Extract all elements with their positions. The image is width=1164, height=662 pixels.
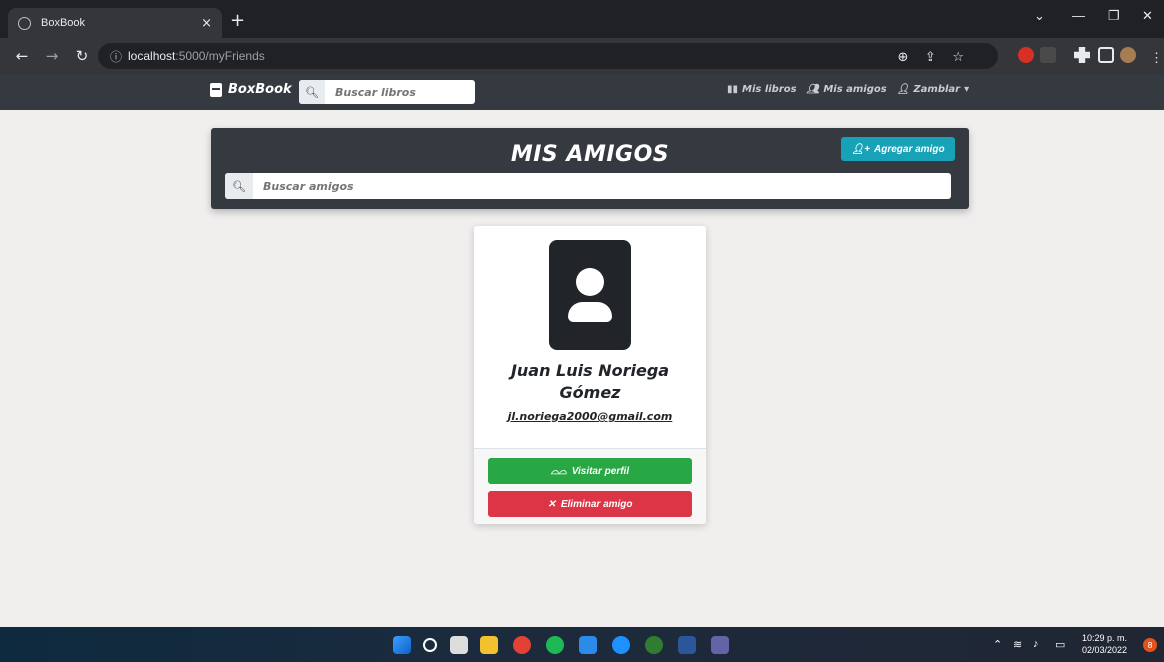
- friend-search: 🔍︎: [225, 173, 951, 199]
- file-explorer-icon[interactable]: [480, 636, 498, 654]
- visit-profile-label: Visitar perfil: [571, 465, 630, 477]
- brand-logo[interactable]: BoxBook: [210, 82, 292, 97]
- add-friend-label: Agregar amigo: [873, 143, 945, 155]
- profile-avatar[interactable]: [1120, 47, 1136, 63]
- users-icon: 👥︎: [806, 84, 820, 95]
- friends-header-card: MIS AMIGOS 👤︎+ Agregar amigo 🔍︎: [211, 128, 969, 209]
- nav-user-dropdown[interactable]: 👤︎ Zamblar ▾: [897, 84, 969, 95]
- task-view-icon[interactable]: [450, 636, 468, 654]
- system-clock[interactable]: 10:29 p. m. 02/03/2022: [1082, 632, 1127, 656]
- window-close-icon[interactable]: ✕: [1142, 8, 1153, 24]
- windows-start-icon[interactable]: [393, 636, 411, 654]
- friend-search-input[interactable]: [253, 179, 943, 193]
- forward-icon[interactable]: →: [44, 47, 60, 65]
- word-icon[interactable]: [678, 636, 696, 654]
- side-panel-icon[interactable]: [1098, 47, 1114, 63]
- restore-icon[interactable]: ❐: [1108, 8, 1120, 24]
- friend-email[interactable]: jl.noriega2000@gmail.com: [474, 410, 706, 423]
- spotify-icon[interactable]: [546, 636, 564, 654]
- chevron-up-icon[interactable]: ⌃: [993, 638, 1002, 651]
- glasses-icon: ⌓⌓: [550, 465, 567, 477]
- close-tab-icon[interactable]: ×: [201, 16, 212, 31]
- chrome-icon[interactable]: [513, 636, 531, 654]
- new-tab-button[interactable]: +: [230, 10, 245, 31]
- clock-date: 02/03/2022: [1082, 645, 1128, 655]
- nav-my-friends-label: Mis amigos: [823, 84, 887, 95]
- user-icon: 👤︎: [896, 84, 910, 95]
- vscode-icon[interactable]: [579, 636, 597, 654]
- add-friend-button[interactable]: 👤︎+ Agregar amigo: [841, 137, 955, 161]
- extension-icon[interactable]: [1040, 47, 1056, 63]
- friend-name: Juan Luis Noriega Gómez: [474, 360, 706, 404]
- book-search: 🔍︎: [299, 80, 475, 104]
- tab-search-icon[interactable]: ⌄: [1034, 8, 1045, 24]
- url-path: :5000/myFriends: [175, 49, 265, 63]
- bookmark-star-icon[interactable]: ☆: [952, 50, 964, 65]
- info-icon[interactable]: ⓘ: [110, 48, 122, 65]
- books-icon: ▮▮: [727, 84, 739, 95]
- user-plus-icon: 👤︎+: [851, 143, 870, 155]
- app-icon[interactable]: [612, 636, 630, 654]
- caret-down-icon: ▾: [964, 84, 970, 95]
- nav-my-books-label: Mis libros: [742, 84, 797, 95]
- minimize-icon[interactable]: —: [1072, 8, 1085, 23]
- delete-friend-button[interactable]: ✕ Eliminar amigo: [488, 491, 692, 517]
- globe-icon: [18, 16, 31, 30]
- nav-my-friends[interactable]: 👥︎ Mis amigos: [807, 84, 887, 95]
- clock-time: 10:29 p. m.: [1082, 633, 1128, 643]
- visit-profile-button[interactable]: ⌓⌓ Visitar perfil: [488, 458, 692, 484]
- nav-links: ▮▮ Mis libros 👥︎ Mis amigos 👤︎ Zamblar ▾: [727, 84, 969, 95]
- teams-icon[interactable]: [711, 636, 729, 654]
- notification-badge[interactable]: 8: [1143, 638, 1157, 652]
- zoom-icon[interactable]: ⊕: [897, 50, 908, 65]
- menu-dots-icon[interactable]: ⋮: [1150, 50, 1163, 66]
- address-bar[interactable]: ⓘ localhost:5000/myFriends: [98, 43, 998, 69]
- delete-friend-label: Eliminar amigo: [560, 498, 633, 510]
- search-icon: 🔍︎: [299, 80, 325, 104]
- tab-title: BoxBook: [41, 17, 86, 29]
- avatar-head: [576, 268, 604, 296]
- friend-name-line2: Gómez: [559, 383, 621, 402]
- share-icon[interactable]: ⇪: [925, 50, 936, 65]
- x-icon: ✕: [547, 498, 556, 510]
- nav-my-books[interactable]: ▮▮ Mis libros: [727, 84, 797, 95]
- book-search-input[interactable]: [325, 85, 473, 99]
- book-icon: [210, 82, 222, 97]
- friend-card: Juan Luis Noriega Gómez jl.noriega2000@g…: [474, 226, 706, 524]
- volume-icon[interactable]: ♪: [1033, 638, 1039, 650]
- avatar-body: [568, 302, 612, 322]
- wifi-icon[interactable]: ≋: [1013, 638, 1022, 651]
- app-navbar: [0, 74, 1164, 110]
- browser-tab[interactable]: BoxBook ×: [8, 8, 222, 38]
- hs-app-icon[interactable]: [645, 636, 663, 654]
- nav-user-label: Zamblar: [913, 84, 961, 95]
- extension-icon[interactable]: [1018, 47, 1034, 63]
- avatar: [549, 240, 631, 350]
- reload-icon[interactable]: ↻: [74, 47, 90, 65]
- url-host: localhost: [128, 49, 176, 63]
- search-icon[interactable]: [423, 638, 437, 652]
- battery-icon[interactable]: ▭: [1055, 638, 1065, 651]
- friend-name-line1: Juan Luis Noriega: [510, 361, 670, 380]
- search-icon: 🔍︎: [225, 173, 253, 199]
- brand-name: BoxBook: [228, 82, 292, 97]
- back-icon[interactable]: ←: [14, 47, 30, 65]
- omnibox-actions: ⊕ ⇪ ☆: [897, 50, 964, 65]
